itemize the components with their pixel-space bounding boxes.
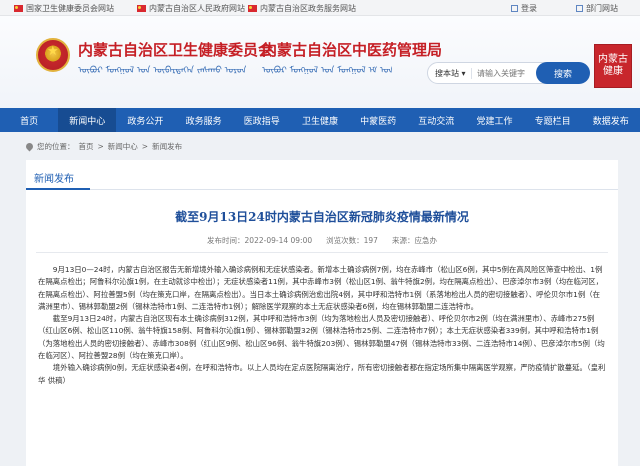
- site-header: 内蒙古自治区卫生健康委员会 内蒙古自治区中医药管理局 ᠦᠪᠦᠷ ᠮᠣᠩᠭᠣᠯ ᠤ…: [0, 16, 640, 108]
- login-link[interactable]: 登录: [511, 3, 537, 14]
- section-tab[interactable]: 新闻发布: [34, 170, 74, 185]
- search-scope-select[interactable]: 搜本站 ▾: [428, 67, 472, 79]
- breadcrumb-separator: >: [97, 142, 104, 151]
- nav-special-topics[interactable]: 专题栏目: [524, 108, 582, 132]
- nav-gov-services[interactable]: 政务服务: [175, 108, 233, 132]
- view-count: 浏览次数：197: [326, 236, 378, 245]
- flag-icon: [137, 5, 146, 12]
- publish-date: 发布时间：2022-09-14 09:00: [207, 236, 313, 245]
- mongolian-title-tcm: ᠦᠪᠦᠷ ᠮᠣᠩᠭᠣᠯ ᠤᠨ ᠮᠣᠩᠭᠣᠯ ᠡᠮ ᠤᠨ ᠭᠠᠵᠠᠷ: [262, 66, 392, 74]
- top-utility-bar: 国家卫生健康委员会网站 内蒙古自治区人民政府网站 内蒙古自治区政务服务网站 登录…: [0, 0, 640, 16]
- national-emblem-icon: [36, 38, 70, 72]
- meta-divider: [36, 252, 608, 253]
- nav-interaction[interactable]: 互动交流: [407, 108, 465, 132]
- health-seal-logo: 内蒙古健康: [594, 44, 632, 88]
- user-icon: [511, 5, 518, 12]
- nav-medical-guide[interactable]: 医政指导: [233, 108, 291, 132]
- nav-health[interactable]: 卫生健康: [291, 108, 349, 132]
- article-panel: 新闻发布 截至9月13日24时内蒙古自治区新冠肺炎疫情最新情况 发布时间：202…: [26, 160, 618, 466]
- main-nav: 首页 新闻中心 政务公开 政务服务 医政指导 卫生健康 中蒙医药 互动交流 党建…: [0, 108, 640, 132]
- article-body: 9月13日0—24时，内蒙古自治区报告无新增境外输入确诊病例和无症状感染者。新增…: [38, 264, 606, 387]
- site-title-tcm: 内蒙古自治区中医药管理局: [262, 41, 443, 59]
- article-title: 截至9月13日24时内蒙古自治区新冠肺炎疫情最新情况: [175, 210, 469, 224]
- breadcrumb-news-center[interactable]: 新闻中心: [108, 141, 138, 152]
- article-paragraph: 境外输入确诊病例0例，无症状感染者4例，在呼和浩特市。以上人员均在定点医院隔离治…: [38, 363, 606, 385]
- article-paragraph: 截至9月13日24时，内蒙古自治区现有本土确诊病例312例，其中呼和浩特市3例（…: [38, 314, 605, 361]
- article-source: 来源：应急办: [391, 236, 437, 245]
- nav-news-center[interactable]: 新闻中心: [58, 108, 117, 132]
- flag-icon: [14, 5, 23, 12]
- breadcrumb: 您的位置： 首页 > 新闻中心 > 新闻发布: [24, 141, 182, 152]
- section-tab-underline: [26, 188, 90, 190]
- grid-icon: [576, 5, 583, 12]
- breadcrumb-home[interactable]: 首页: [79, 141, 94, 152]
- nav-mongol-chinese-medicine[interactable]: 中蒙医药: [349, 108, 407, 132]
- link-nmg-service[interactable]: 内蒙古自治区政务服务网站: [248, 3, 356, 14]
- site-title-health: 内蒙古自治区卫生健康委员会: [78, 41, 274, 59]
- nav-home[interactable]: 首页: [0, 108, 58, 132]
- link-nmg-gov[interactable]: 内蒙古自治区人民政府网站: [137, 3, 245, 14]
- link-nhc[interactable]: 国家卫生健康委员会网站: [14, 3, 114, 14]
- nav-party-building[interactable]: 党建工作: [465, 108, 523, 132]
- nav-gov-affairs-open[interactable]: 政务公开: [116, 108, 174, 132]
- section-divider: [26, 189, 618, 190]
- location-icon: [24, 141, 35, 152]
- article-meta: 发布时间：2022-09-14 09:00 浏览次数：197 来源：应急办: [26, 235, 618, 246]
- mongolian-title-health: ᠦᠪᠦᠷ ᠮᠣᠩᠭᠣᠯ ᠤᠨ ᠥᠪᠡᠷᠲᠡᠭᠡᠨ ᠵᠠᠰᠠᠬᠤ ᠣᠷᠣᠨ ᠤ ᠡ…: [78, 66, 246, 74]
- flag-icon: [248, 5, 257, 12]
- department-sites-link[interactable]: 部门网站: [576, 3, 618, 14]
- breadcrumb-separator: >: [141, 142, 149, 151]
- article-paragraph: 9月13日0—24时，内蒙古自治区报告无新增境外输入确诊病例和无症状感染者。新增…: [38, 265, 604, 311]
- nav-data-release[interactable]: 数据发布: [582, 108, 640, 132]
- search-button[interactable]: 搜索: [536, 62, 590, 84]
- breadcrumb-news-release[interactable]: 新闻发布: [152, 141, 182, 152]
